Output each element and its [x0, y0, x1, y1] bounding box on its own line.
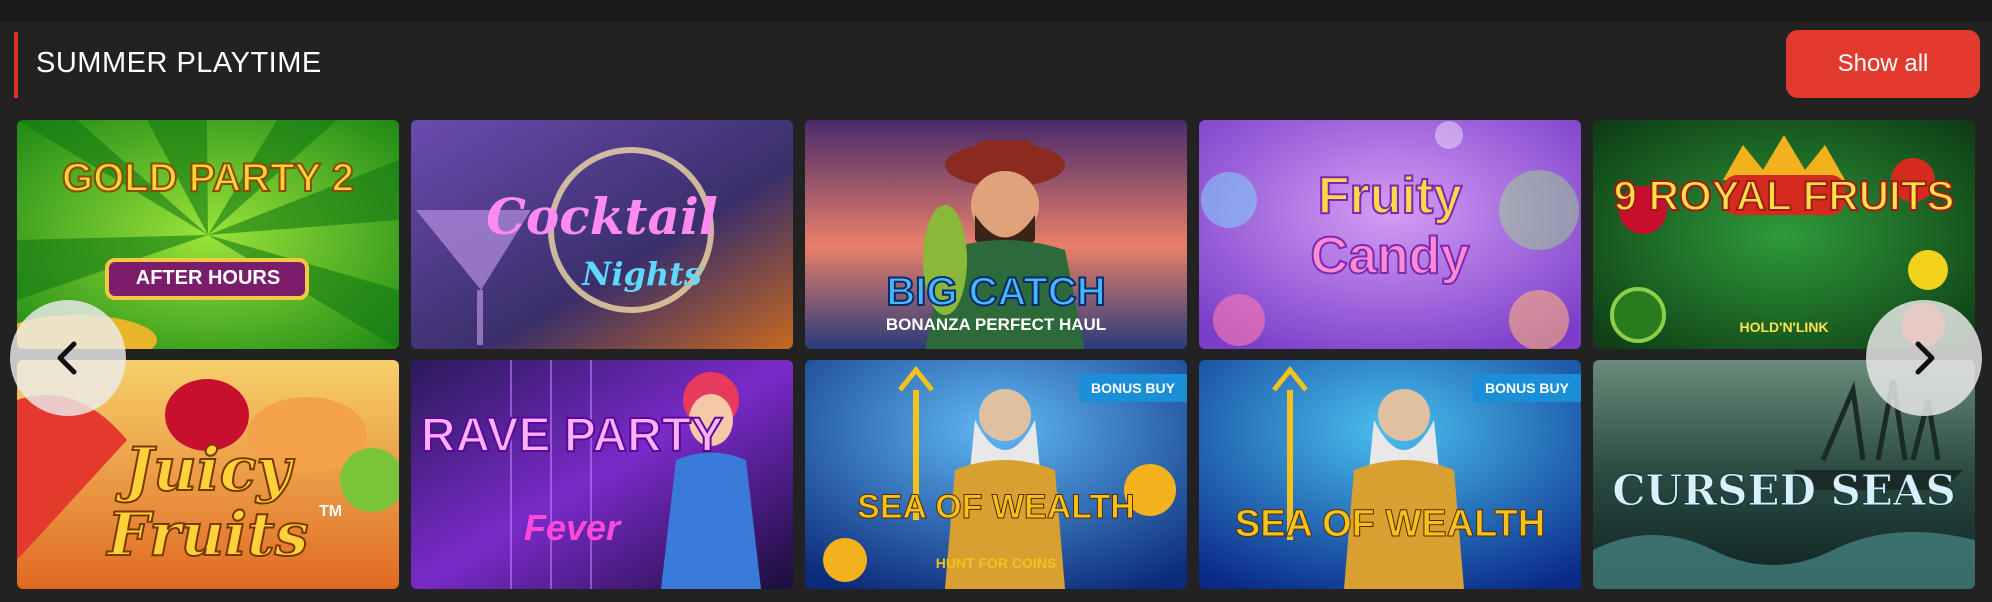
show-all-button[interactable]: Show all [1786, 30, 1980, 98]
game-art [1199, 120, 1581, 349]
game-art [805, 120, 1187, 349]
game-art [411, 120, 793, 349]
game-tile-cocktail-nights[interactable]: Cocktail Nights [411, 120, 793, 349]
section-title: SUMMER PLAYTIME [36, 47, 322, 79]
games-grid: GOLD PARTY 2 AFTER HOURS Cocktail Nights [17, 120, 1975, 589]
game-tile-big-catch[interactable]: BIG CATCH BONANZA PERFECT HAUL [805, 120, 1187, 349]
bonus-buy-badge: BONUS BUY [1078, 374, 1187, 402]
game-art [411, 360, 793, 589]
games-section: SUMMER PLAYTIME Show all GOLD PARTY 2 AF… [0, 22, 1992, 602]
game-tile-sea-of-wealth[interactable]: BONUS BUY SEA OF WEALTH [1199, 360, 1581, 589]
game-tile-fruity-candy[interactable]: Fruity Candy [1199, 120, 1581, 349]
chevron-right-icon [1915, 341, 1935, 375]
section-header: SUMMER PLAYTIME Show all [0, 22, 1992, 104]
carousel-next-button[interactable] [1866, 300, 1982, 416]
game-tile-rave-party[interactable]: RAVE PARTY Fever [411, 360, 793, 589]
trademark: TM [319, 503, 343, 520]
accent-bar [14, 32, 18, 98]
chevron-left-icon [57, 341, 77, 375]
bonus-buy-badge: BONUS BUY [1472, 374, 1581, 402]
carousel-prev-button[interactable] [10, 300, 126, 416]
game-tile-sea-of-wealth-hunt[interactable]: BONUS BUY SEA OF WEALTH HUNT FOR COINS [805, 360, 1187, 589]
